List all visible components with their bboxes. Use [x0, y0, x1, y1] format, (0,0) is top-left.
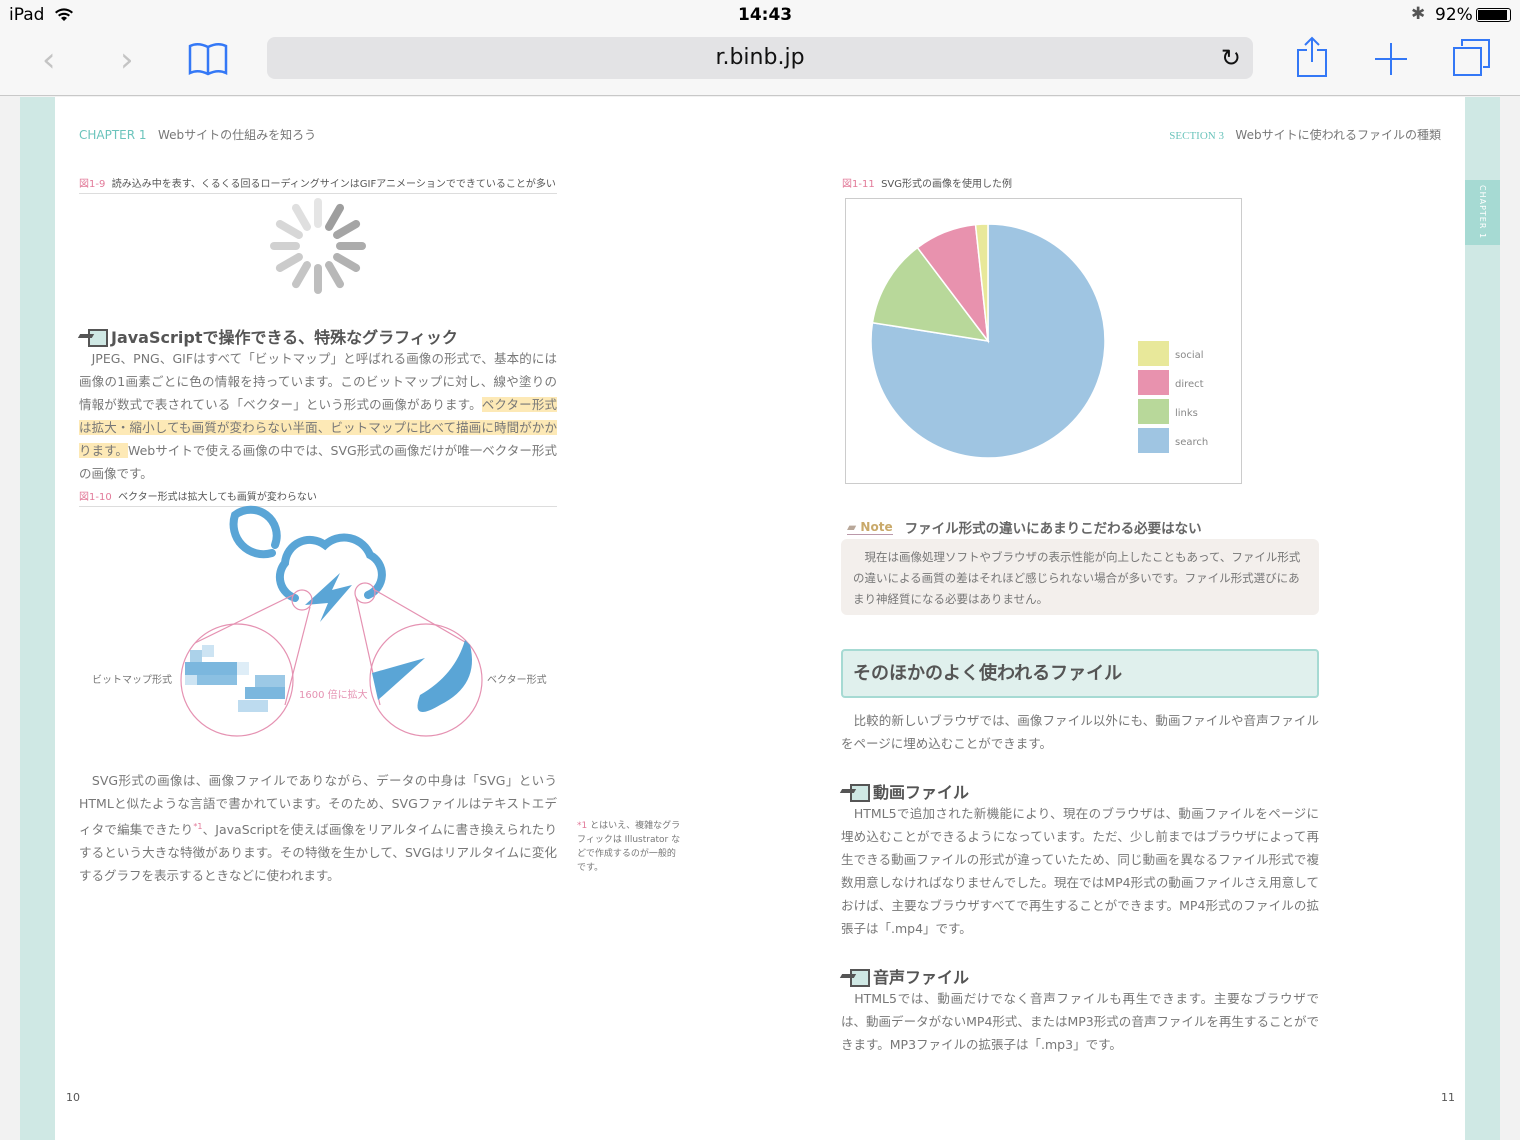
page-number-left: 10	[66, 1091, 80, 1104]
back-icon[interactable]: ‹	[42, 40, 56, 80]
running-header-right: SECTION 3 Webサイトに使われるファイルの種類	[1169, 126, 1441, 143]
heading-text: 音声ファイル	[873, 968, 970, 987]
paragraph-text: Webサイトで使える画像の中では、SVG形式の画像だけが唯一ベクター形式の画像で…	[79, 443, 557, 481]
heading-arrow-icon	[79, 328, 108, 347]
vector-vs-bitmap-diagram: ビットマップ形式 1600 倍に拡大 ベクター形式	[92, 505, 547, 737]
loading-spinner-image	[270, 198, 366, 294]
note-badge: ▰ Note	[847, 520, 893, 535]
legend-swatch-direct	[1138, 370, 1169, 395]
chapter-side-tab[interactable]: CHAPTER 1	[1465, 180, 1500, 245]
spinner-spoke	[325, 261, 344, 289]
vector-label: ベクター形式	[487, 673, 547, 686]
paragraph: HTML5では、動画だけでなく音声ファイルも再生できます。主要なブラウザでは、動…	[841, 987, 1319, 1056]
heading-arrow-icon	[841, 783, 870, 802]
book-icon: ▰	[847, 519, 857, 534]
figure-caption-text: SVG形式の画像を使用した例	[881, 179, 1012, 190]
zoom-label: 1600 倍に拡大	[299, 688, 368, 701]
running-header-left: CHAPTER 1 Webサイトの仕組みを知ろう	[79, 126, 316, 143]
spinner-spoke	[333, 253, 361, 272]
spinner-spoke	[275, 253, 303, 272]
section-heading-text: そのほかのよく使われるファイル	[853, 663, 1123, 684]
paragraph: SVG形式の画像は、画像ファイルでありながら、データの中身は「SVG」というHT…	[79, 769, 557, 887]
new-tab-icon[interactable]	[1374, 42, 1408, 76]
page-number-right: 11	[1441, 1091, 1455, 1104]
subsection-heading: 音声ファイル	[841, 964, 969, 988]
figure-caption: 図1-11 SVG形式の画像を使用した例	[842, 175, 1012, 190]
device-name: iPad	[9, 5, 45, 25]
spinner-spoke	[292, 261, 311, 289]
bluetooth-icon: ✱	[1411, 4, 1426, 24]
paragraph-text: HTML5で追加された新機能により、現在のブラウザは、動画ファイルをページに埋め…	[841, 806, 1319, 936]
section-title: Webサイトに使われるファイルの種類	[1235, 128, 1441, 142]
chapter-title: Webサイトの仕組みを知ろう	[158, 128, 317, 142]
spinner-spoke	[325, 203, 344, 231]
figure-caption-text: ベクター形式は拡大しても画質が変わらない	[118, 492, 317, 503]
heading-arrow-icon	[841, 968, 870, 987]
pie-chart-frame: social direct links search	[845, 198, 1242, 484]
spinner-spoke	[333, 220, 361, 239]
page-margin-right	[1465, 97, 1500, 1140]
figure-number: 図1-9	[79, 179, 106, 190]
paragraph-text: HTML5では、動画だけでなく音声ファイルも再生できます。主要なブラウザでは、動…	[841, 991, 1319, 1052]
legend-swatch-search	[1138, 428, 1169, 453]
bookmarks-icon[interactable]	[188, 42, 228, 76]
wifi-icon	[55, 8, 73, 21]
legend-label-links: links	[1175, 408, 1198, 419]
section-label: SECTION 3	[1169, 130, 1224, 142]
note-label: Note	[860, 519, 893, 534]
paragraph: HTML5で追加された新機能により、現在のブラウザは、動画ファイルをページに埋め…	[841, 802, 1319, 940]
legend-swatch-social	[1138, 341, 1169, 366]
paragraph: 比較的新しいブラウザでは、画像ファイル以外にも、動画ファイルや音声ファイルをペー…	[841, 709, 1319, 755]
figure-number: 図1-11	[842, 179, 875, 190]
note-box: 現在は画像処理ソフトやブラウザの表示性能が向上したこともあって、ファイル形式の違…	[841, 539, 1319, 615]
legend-label-search: search	[1175, 437, 1208, 448]
figure-caption-text: 読み込み中を表す、くるくる回るローディングサインはGIFアニメーションでできてい…	[111, 179, 556, 190]
note-title: ファイル形式の違いにあまりこだわる必要はない	[904, 521, 1202, 537]
legend-label-social: social	[1175, 350, 1204, 361]
clock: 14:43	[738, 5, 793, 25]
legend-label-direct: direct	[1175, 379, 1204, 390]
figure-caption: 図1-9 読み込み中を表す、くるくる回るローディングサインはGIFアニメーション…	[79, 175, 557, 194]
pie-chart: social direct links search	[870, 223, 1208, 459]
battery-icon	[1476, 8, 1511, 22]
footnote-text: とはいえ、複雑なグラフィックは Illustrator などで作成するのが一般的…	[577, 821, 681, 873]
section-heading: JavaScriptで操作できる、特殊なグラフィック	[79, 324, 458, 348]
spinner-spoke	[292, 203, 311, 231]
share-icon[interactable]	[1296, 36, 1328, 78]
forward-icon[interactable]: ›	[120, 40, 134, 80]
note-text: 現在は画像処理ソフトやブラウザの表示性能が向上したこともあって、ファイル形式の違…	[853, 550, 1301, 606]
footnote-mark: *1	[577, 821, 588, 831]
status-bar: iPad 14:43 ✱ 92%	[0, 0, 1520, 30]
page-margin-left	[20, 97, 55, 1140]
paragraph: JPEG、PNG、GIFはすべて「ビットマップ」と呼ばれる画像の形式で、基本的に…	[79, 347, 557, 485]
reload-icon[interactable]: ↻	[1221, 37, 1241, 79]
subsection-heading: 動画ファイル	[841, 779, 969, 803]
tabs-icon[interactable]	[1452, 38, 1492, 78]
battery-percent: 92%	[1435, 5, 1473, 25]
footnote: *1 とはいえ、複雑なグラフィックは Illustrator などで作成するのが…	[577, 819, 681, 875]
chapter-label: CHAPTER 1	[79, 128, 147, 142]
heading-text: 動画ファイル	[873, 783, 970, 802]
legend-swatch-links	[1138, 399, 1169, 424]
section-title-box: そのほかのよく使われるファイル	[841, 649, 1319, 698]
address-bar[interactable]: r.binb.jp ↻	[267, 37, 1253, 79]
paragraph-text: 比較的新しいブラウザでは、画像ファイル以外にも、動画ファイルや音声ファイルをペー…	[841, 713, 1319, 751]
figure-number: 図1-10	[79, 492, 112, 503]
heading-text: JavaScriptで操作できる、特殊なグラフィック	[111, 328, 458, 347]
bitmap-label: ビットマップ形式	[92, 673, 172, 686]
browser-toolbar: ‹ › r.binb.jp ↻	[0, 30, 1520, 96]
spinner-spoke	[275, 220, 303, 239]
note-header: ▰ Note ファイル形式の違いにあまりこだわる必要はない	[847, 517, 1202, 537]
url-text: r.binb.jp	[715, 45, 805, 70]
